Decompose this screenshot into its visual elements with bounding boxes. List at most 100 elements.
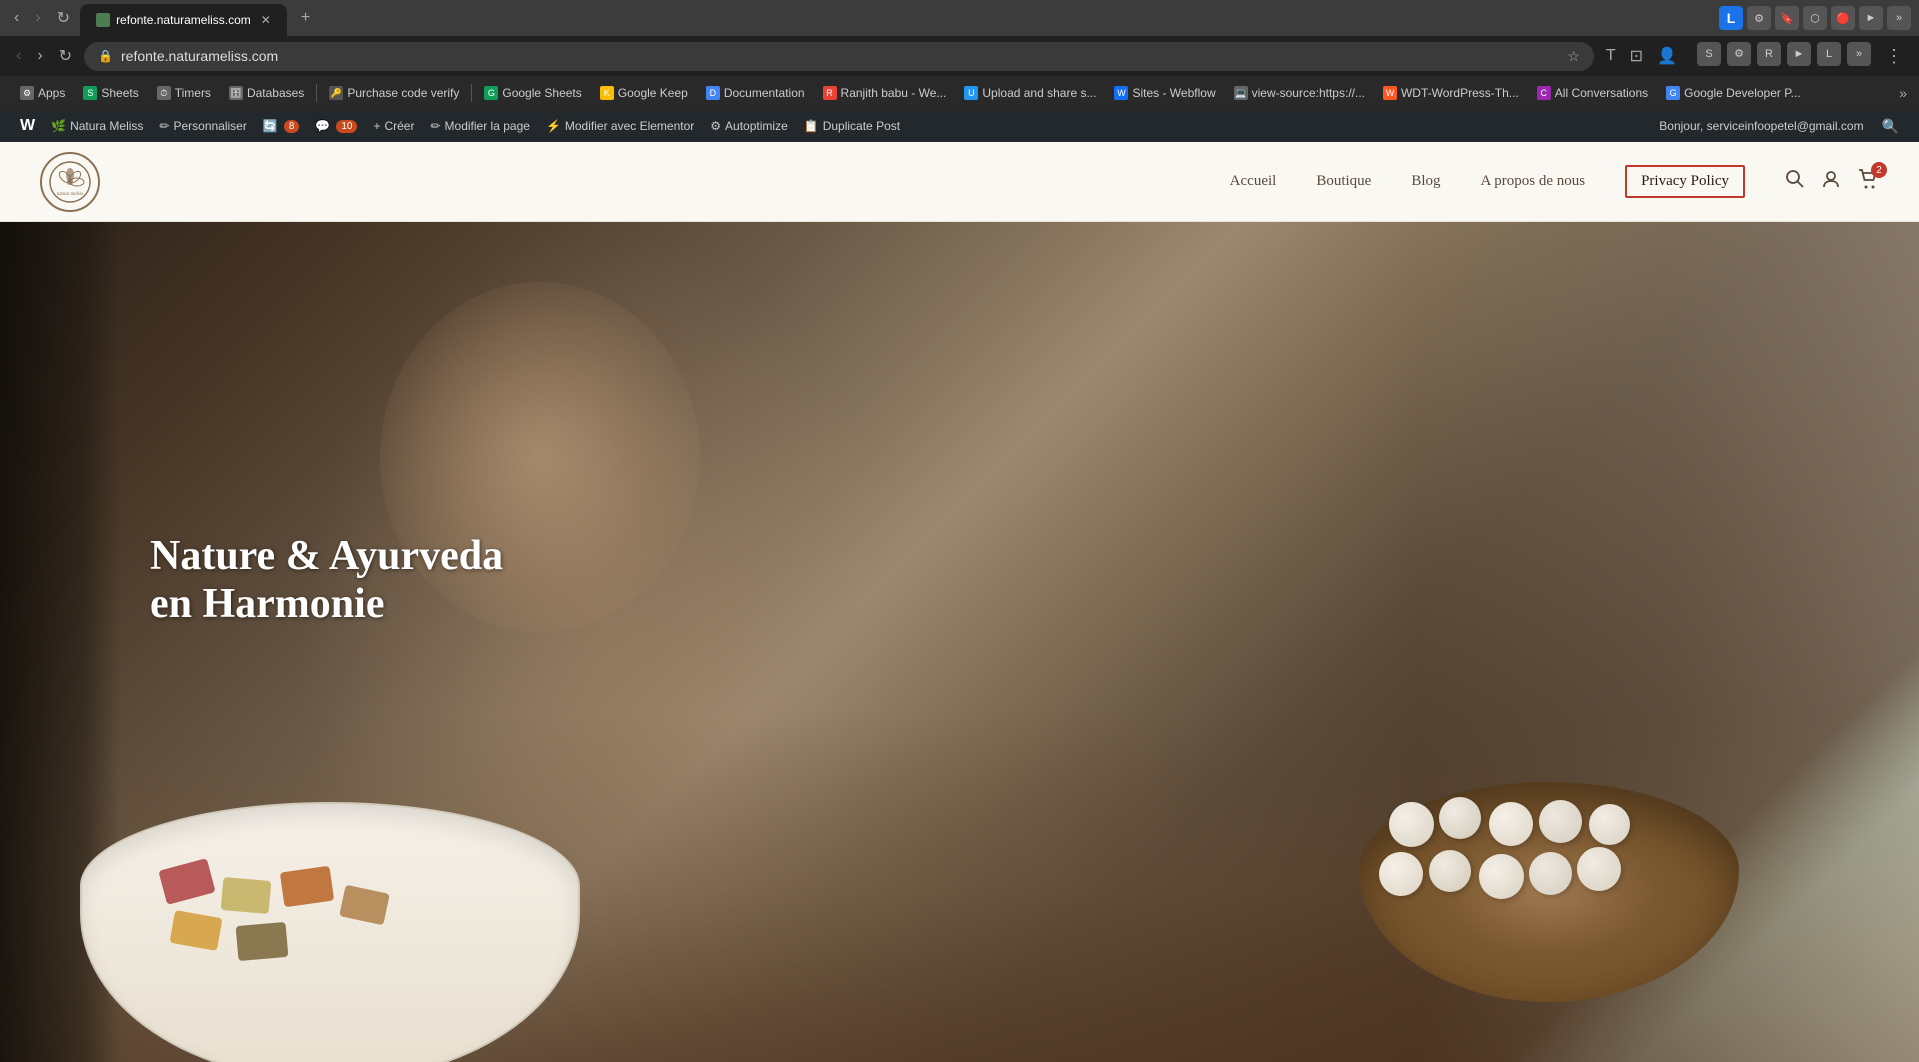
bookmark-purchase-code-label: Purchase code verify [347,86,459,100]
extension-icon-3[interactable]: ⬡ [1803,6,1827,30]
bookmark-upload[interactable]: U Upload and share s... [956,82,1104,104]
logo-svg: natura meliss [47,159,93,205]
tab-favicon [96,13,110,27]
address-bar-actions: T ⊡ 👤 [1602,42,1681,70]
bookmark-star-icon[interactable]: ☆ [1567,48,1580,65]
hero-title-line1: Nature & Ayurveda [150,532,503,580]
soap-ball-4 [1539,800,1582,843]
ext-btn-2[interactable]: ⚙ [1727,42,1751,66]
bookmark-timers[interactable]: ⏱ Timers [149,82,219,104]
back-button[interactable]: ‹ [8,5,25,31]
updates-icon: 🔄 [263,119,278,133]
wp-user-greeting[interactable]: Bonjour, serviceinfoopetel@gmail.com [1649,119,1873,133]
soap-ball-9 [1529,852,1572,895]
wp-duplicate-post[interactable]: 📋 Duplicate Post [796,110,908,142]
active-tab[interactable]: refonte.naturameliss.com ✕ [80,4,287,36]
ext-btn-3[interactable]: R [1757,42,1781,66]
conversations-favicon: C [1537,86,1551,100]
bookmark-webflow[interactable]: W Sites - Webflow [1106,82,1223,104]
bookmark-gsheets[interactable]: G Google Sheets [476,82,589,104]
cart-icon[interactable]: 2 [1857,168,1879,195]
bookmark-purchase-code[interactable]: 🔑 Purchase code verify [321,82,467,104]
bookmark-gkeep[interactable]: K Google Keep [592,82,696,104]
nav-accueil[interactable]: Accueil [1230,173,1277,190]
hero-text: Nature & Ayurveda en Harmonie [150,532,503,628]
wp-site-name[interactable]: 🌿 Natura Meliss [43,110,151,142]
reload-button[interactable]: ↻ [51,4,76,32]
browser-menu-button[interactable]: ⋮ [1881,42,1907,71]
wp-customize[interactable]: ✏ Personnaliser [151,110,254,142]
tab-bar: ‹ › ↻ refonte.naturameliss.com ✕ + L ⚙ 🔖… [0,0,1919,36]
bookmark-sheets[interactable]: S Sheets [75,82,146,104]
autoptimize-label: Autoptimize [725,119,788,133]
addr-reload-button[interactable]: ↻ [55,42,76,70]
bookmark-conversations-label: All Conversations [1555,86,1648,100]
wp-elementor[interactable]: ⚡ Modifier avec Elementor [538,110,702,142]
soap-beige [221,877,272,914]
wp-autoptimize[interactable]: ⚙ Autoptimize [702,110,795,142]
apps-favicon: ⚙ [20,86,34,100]
extension-icon-2[interactable]: 🔖 [1775,6,1799,30]
site-header: natura meliss Accueil Boutique Blog A pr… [0,142,1919,222]
ext-btn-5[interactable]: L [1817,42,1841,66]
sheets-favicon: S [83,86,97,100]
screenshot-icon[interactable]: ⊡ [1626,42,1647,70]
bookmark-conversations[interactable]: C All Conversations [1529,82,1656,104]
ext-btn-4[interactable]: ► [1787,42,1811,66]
extension-icon-5[interactable]: ► [1859,6,1883,30]
extension-icon-1[interactable]: ⚙ [1747,6,1771,30]
tab-close-button[interactable]: ✕ [261,13,271,27]
create-label: Créer [384,119,414,133]
wp-search-icon[interactable]: 🔍 [1874,118,1907,135]
new-tab-button[interactable]: + [295,5,316,31]
extension-icon-6[interactable]: » [1887,6,1911,30]
extension-icon-4[interactable]: 🔴 [1831,6,1855,30]
wp-logo-item[interactable]: W [12,110,43,142]
docs-favicon: D [706,86,720,100]
nav-boutique[interactable]: Boutique [1316,173,1371,190]
addr-back-button[interactable]: ‹ [12,43,25,69]
profile-icon[interactable]: L [1719,6,1743,30]
svg-text:natura meliss: natura meliss [57,192,84,197]
databases-favicon: 🗄 [229,86,243,100]
wp-comments[interactable]: 💬 10 [307,110,365,142]
search-icon[interactable] [1785,169,1805,194]
bookmark-viewsource[interactable]: 💻 view-source:https://... [1226,82,1373,104]
nav-about[interactable]: A propos de nous [1481,173,1586,190]
site-logo[interactable]: natura meliss [40,152,100,212]
bookmark-gsheets-label: Google Sheets [502,86,581,100]
forward-button[interactable]: › [29,5,46,31]
nav-blog[interactable]: Blog [1411,173,1440,190]
ext-btn-6[interactable]: » [1847,42,1871,66]
wp-admin-bar: W 🌿 Natura Meliss ✏ Personnaliser 🔄 8 💬 … [0,110,1919,142]
soap-ball-10 [1577,847,1621,891]
wp-edit-page[interactable]: ✏ Modifier la page [422,110,537,142]
soap-brown [280,866,334,908]
wp-updates[interactable]: 🔄 8 [255,110,308,142]
website-content: natura meliss Accueil Boutique Blog A pr… [0,142,1919,1062]
bookmark-gdev[interactable]: G Google Developer P... [1658,82,1809,104]
wp-create[interactable]: + Créer [365,110,422,142]
purchase-code-favicon: 🔑 [329,86,343,100]
upload-favicon: U [964,86,978,100]
bookmark-upload-label: Upload and share s... [982,86,1096,100]
address-input[interactable] [121,48,1559,64]
profile-menu-button[interactable]: 👤 [1653,42,1681,70]
bookmark-separator-2 [471,84,472,102]
nav-privacy-policy[interactable]: Privacy Policy [1625,165,1745,198]
soap-dark [236,922,289,961]
bookmark-wdt[interactable]: W WDT-WordPress-Th... [1375,82,1527,104]
ext-btn-1[interactable]: S [1697,42,1721,66]
soap-red [158,858,215,905]
bookmarks-more-button[interactable]: » [1899,85,1907,101]
account-icon[interactable] [1821,169,1841,194]
wp-admin-right: Bonjour, serviceinfoopetel@gmail.com 🔍 [1649,118,1907,135]
addr-forward-button[interactable]: › [33,43,46,69]
bookmark-apps[interactable]: ⚙ Apps [12,82,73,104]
bookmark-databases[interactable]: 🗄 Databases [221,82,312,104]
bookmark-docs[interactable]: D Documentation [698,82,813,104]
duplicate-post-label: Duplicate Post [823,119,900,133]
edit-page-label: Modifier la page [445,119,530,133]
translate-icon[interactable]: T [1602,43,1620,69]
bookmark-ranjith[interactable]: R Ranjith babu - We... [815,82,955,104]
